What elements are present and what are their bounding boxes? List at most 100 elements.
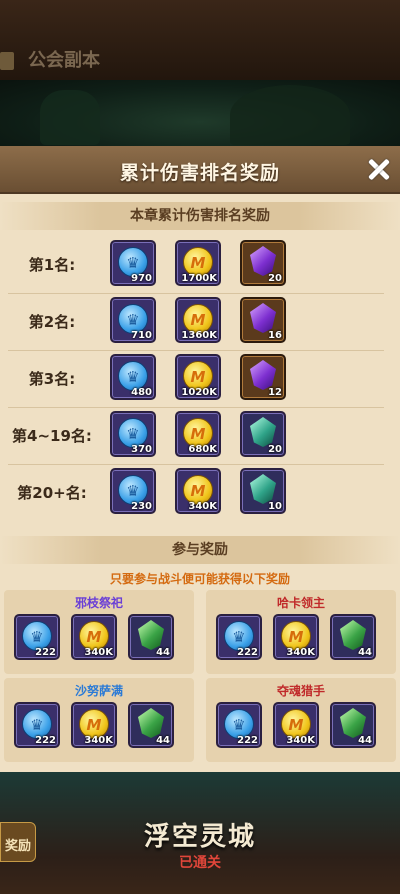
item-count: 480	[131, 387, 152, 398]
item-count: 340K	[188, 501, 217, 512]
background-scene	[0, 80, 400, 150]
modal-header: 累计伤害排名奖励	[0, 146, 400, 194]
purple-gem-item[interactable]: 16	[240, 297, 286, 343]
teal-gem-item[interactable]: 20	[240, 411, 286, 457]
item-count: 222	[35, 647, 56, 658]
purple-gem-icon	[250, 303, 276, 333]
blue-coin-item[interactable]: ♛ 480	[110, 354, 156, 400]
screen: 公会副本 累计伤害排名奖励 本章累计伤害排名奖励 第1名: ♛ 970 M 1700K 2…	[0, 0, 400, 894]
blue-coin-item[interactable]: ♛ 222	[216, 614, 262, 660]
item-count: 340K	[84, 735, 113, 746]
blue-coin-item[interactable]: ♛ 970	[110, 240, 156, 286]
purple-gem-icon	[250, 246, 276, 276]
item-count: 20	[268, 444, 282, 455]
green-gem-icon	[340, 620, 366, 650]
boss-reward-card: 哈卡领主 ♛ 222 M 340K 44	[206, 590, 396, 674]
gold-coin-item[interactable]: M 340K	[71, 614, 117, 660]
gold-coin-item[interactable]: M 340K	[175, 468, 221, 514]
rank-row: 第3名: ♛ 480 M 1020K 12	[0, 352, 400, 408]
item-count: 16	[268, 330, 282, 341]
blue-coin-item[interactable]: ♛ 222	[14, 702, 60, 748]
bottom-scene: 奖励 浮空灵城 已通关	[0, 772, 400, 894]
blue-coin-item[interactable]: ♛ 222	[216, 702, 262, 748]
item-count: 230	[131, 501, 152, 512]
item-count: 44	[156, 647, 170, 658]
item-count: 680K	[188, 444, 217, 455]
gold-coin-item[interactable]: M 340K	[273, 702, 319, 748]
boss-reward-card: 邪枝祭祀 ♛ 222 M 340K 44	[4, 590, 194, 674]
rank-label: 第3名:	[28, 370, 76, 388]
ranking-section-header: 本章累计伤害排名奖励	[0, 202, 400, 230]
green-gem-item[interactable]: 44	[128, 702, 174, 748]
green-gem-icon	[138, 620, 164, 650]
item-count: 222	[35, 735, 56, 746]
boss-name: 哈卡领主	[276, 596, 325, 610]
blue-coin-item[interactable]: ♛ 710	[110, 297, 156, 343]
item-count: 222	[237, 735, 258, 746]
item-count: 710	[131, 330, 152, 341]
green-gem-item[interactable]: 44	[128, 614, 174, 660]
item-count: 1020K	[181, 387, 217, 398]
item-count: 12	[268, 387, 282, 398]
item-count: 20	[268, 273, 282, 284]
item-count: 1700K	[181, 273, 217, 284]
teal-gem-icon	[250, 417, 276, 447]
back-icon[interactable]	[0, 52, 14, 70]
boss-reward-card: 夺魂猎手 ♛ 222 M 340K 44	[206, 678, 396, 762]
rank-row: 第20+名: ♛ 230 M 340K 10	[0, 466, 400, 522]
item-count: 340K	[286, 647, 315, 658]
boss-name: 夺魂猎手	[276, 684, 325, 698]
divider	[8, 350, 384, 351]
blue-coin-item[interactable]: ♛ 370	[110, 411, 156, 457]
rank-label: 第20+名:	[17, 484, 87, 502]
gold-coin-item[interactable]: M 680K	[175, 411, 221, 457]
divider	[8, 293, 384, 294]
item-count: 10	[268, 501, 282, 512]
divider	[8, 407, 384, 408]
item-count: 1360K	[181, 330, 217, 341]
item-count: 370	[131, 444, 152, 455]
boss-reward-card: 沙努萨满 ♛ 222 M 340K 44	[4, 678, 194, 762]
item-count: 44	[156, 735, 170, 746]
zone-status: 已通关	[179, 855, 221, 871]
rank-label: 第4~19名:	[12, 427, 92, 445]
participation-section-header: 参与奖励	[0, 536, 400, 564]
blue-coin-item[interactable]: ♛ 222	[14, 614, 60, 660]
participation-note: 只要参与战斗便可能获得以下奖励	[109, 572, 290, 586]
zone-name: 浮空灵城	[143, 822, 256, 852]
participation-section-title: 参与奖励	[172, 542, 228, 558]
teal-gem-item[interactable]: 10	[240, 468, 286, 514]
reward-modal: 累计伤害排名奖励 本章累计伤害排名奖励 第1名: ♛ 970 M 1700K 20 第2名:…	[0, 146, 400, 772]
divider	[8, 464, 384, 465]
boss-name: 沙努萨满	[74, 684, 123, 698]
top-bar: 公会副本	[0, 0, 400, 80]
gold-coin-item[interactable]: M 1020K	[175, 354, 221, 400]
item-count: 44	[358, 735, 372, 746]
teal-gem-icon	[250, 474, 276, 504]
green-gem-icon	[138, 708, 164, 738]
ranking-section-title: 本章累计伤害排名奖励	[130, 208, 270, 224]
item-count: 340K	[84, 647, 113, 658]
boss-name: 邪枝祭祀	[74, 596, 123, 610]
rank-label: 第1名:	[28, 256, 76, 274]
modal-title: 累计伤害排名奖励	[119, 162, 280, 184]
item-count: 970	[131, 273, 152, 284]
rank-label: 第2名:	[28, 313, 76, 331]
green-gem-icon	[340, 708, 366, 738]
purple-gem-icon	[250, 360, 276, 390]
blue-coin-item[interactable]: ♛ 230	[110, 468, 156, 514]
gold-coin-item[interactable]: M 1700K	[175, 240, 221, 286]
purple-gem-item[interactable]: 20	[240, 240, 286, 286]
green-gem-item[interactable]: 44	[330, 702, 376, 748]
item-count: 340K	[286, 735, 315, 746]
gold-coin-item[interactable]: M 340K	[71, 702, 117, 748]
gold-coin-item[interactable]: M 1360K	[175, 297, 221, 343]
rank-row: 第4~19名: ♛ 370 M 680K 20	[0, 409, 400, 465]
rank-row: 第2名: ♛ 710 M 1360K 16	[0, 295, 400, 351]
close-button[interactable]	[362, 152, 396, 186]
page-title: 公会副本	[28, 50, 100, 71]
gold-coin-item[interactable]: M 340K	[273, 614, 319, 660]
purple-gem-item[interactable]: 12	[240, 354, 286, 400]
green-gem-item[interactable]: 44	[330, 614, 376, 660]
item-count: 44	[358, 647, 372, 658]
